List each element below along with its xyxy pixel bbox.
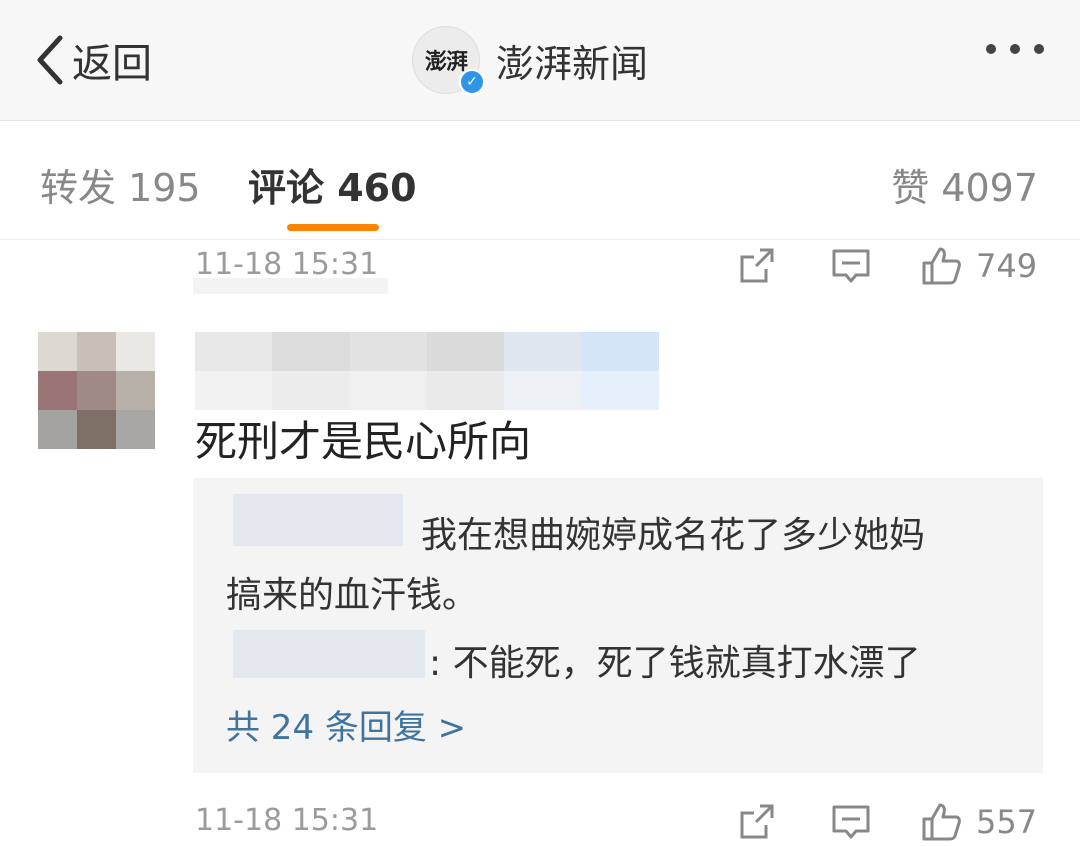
reply-text: 我在想曲婉婷成名花了多少她妈 xyxy=(421,515,926,556)
back-label: 返回 xyxy=(72,41,152,87)
more-options-icon[interactable] xyxy=(986,44,1044,54)
repost-button[interactable] xyxy=(736,241,778,291)
reply-text-continued: 搞来的血汗钱。 xyxy=(226,575,479,616)
thumbs-up-icon xyxy=(922,803,961,841)
verified-badge-icon: ✓ xyxy=(459,69,485,95)
repost-button[interactable] xyxy=(736,797,778,847)
tab-repost[interactable]: 转发 195 xyxy=(40,157,201,212)
active-tab-indicator xyxy=(287,224,379,231)
comment-time: 11-18 15:31 xyxy=(195,247,379,282)
comment-meta-row: 11-18 15:31 749 xyxy=(0,241,1080,291)
comment-icon xyxy=(832,805,870,839)
account-name[interactable]: 澎湃新闻 xyxy=(496,33,648,88)
like-count: 749 xyxy=(976,247,1038,285)
share-icon xyxy=(740,248,774,283)
reply-button[interactable] xyxy=(830,241,872,291)
comment-icon xyxy=(832,249,870,283)
like-button[interactable]: 749 xyxy=(920,241,1037,291)
top-nav-bar: 返回 澎湃 ✓ 澎湃新闻 xyxy=(0,0,1080,121)
back-button[interactable]: 返回 xyxy=(30,28,152,92)
chevron-left-icon xyxy=(37,35,63,85)
comment-time: 11-18 15:31 xyxy=(195,803,379,838)
reply-author-blurred[interactable] xyxy=(233,494,403,546)
avatar-logo-text: 澎湃 xyxy=(424,49,468,75)
account-header[interactable]: 澎湃 ✓ 澎湃新闻 xyxy=(412,24,648,96)
reply-button[interactable] xyxy=(830,797,872,847)
thumbs-up-icon xyxy=(922,247,961,285)
commenter-name-blurred[interactable] xyxy=(195,332,659,410)
reply-text: : 不能死，死了钱就真打水漂了 xyxy=(429,643,921,684)
reply-author-blurred[interactable] xyxy=(233,630,425,678)
like-button[interactable]: 557 xyxy=(920,797,1037,847)
share-icon xyxy=(740,804,774,839)
comment-text: 死刑才是民心所向 xyxy=(195,417,532,466)
like-count: 557 xyxy=(976,803,1038,841)
replies-preview[interactable]: 我在想曲婉婷成名花了多少她妈 搞来的血汗钱。 : 不能死，死了钱就真打水漂了 共… xyxy=(193,478,1043,773)
account-avatar[interactable]: 澎湃 ✓ xyxy=(412,26,485,95)
view-all-replies-link[interactable]: 共 24 条回复 > xyxy=(226,700,466,749)
commenter-avatar[interactable] xyxy=(38,332,155,449)
blurred-content xyxy=(193,278,388,294)
tab-comment[interactable]: 评论 460 xyxy=(248,157,417,212)
comment-meta-row: 11-18 15:31 557 xyxy=(0,797,1080,847)
tab-bar: 转发 195 评论 460 赞 4097 xyxy=(0,121,1080,240)
tab-like[interactable]: 赞 4097 xyxy=(891,157,1038,212)
